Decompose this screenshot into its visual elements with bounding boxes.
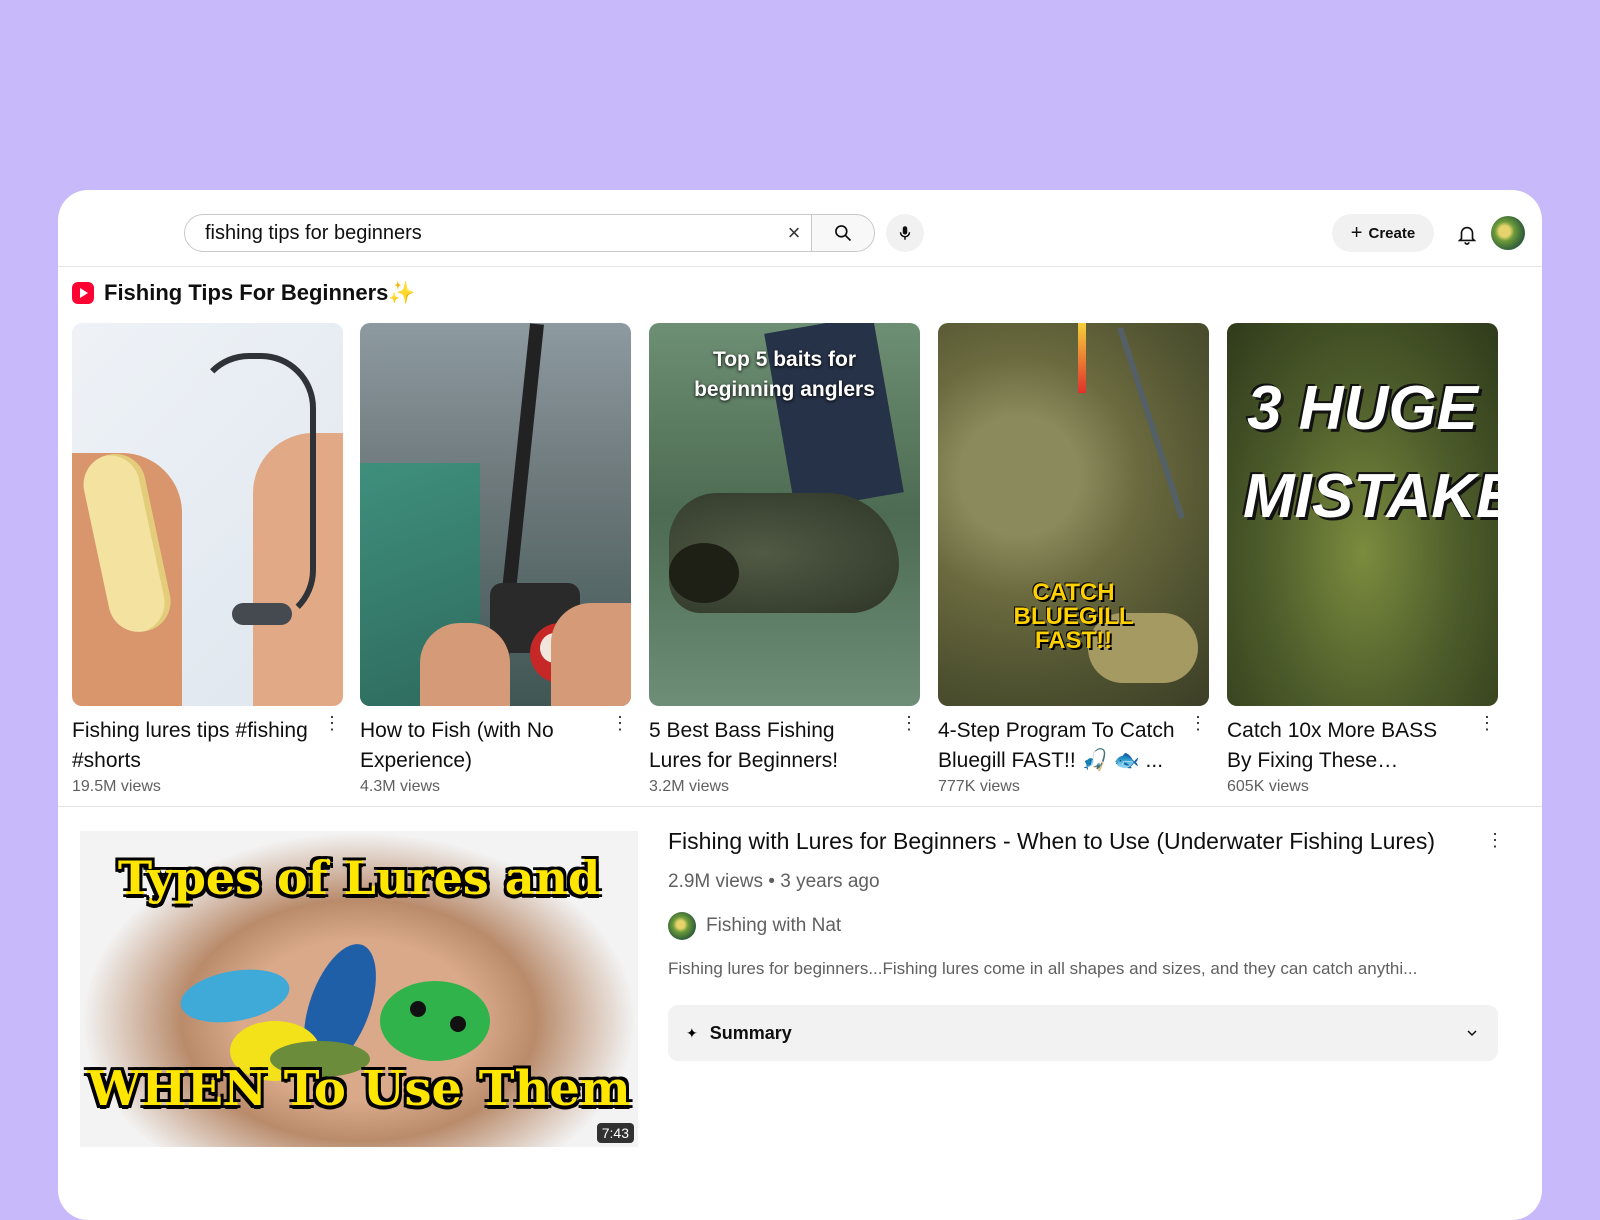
short-title[interactable]: Fishing lures tips #fishing #shorts: [72, 716, 312, 776]
summary-expander[interactable]: ✦ Summary: [668, 1005, 1498, 1061]
more-options-icon[interactable]: ⋮: [1478, 714, 1496, 732]
short-views: 777K views: [938, 778, 1020, 795]
short-thumbnail[interactable]: Top 5 baits for beginning anglers: [649, 323, 920, 706]
microphone-icon: [899, 226, 911, 240]
short-card[interactable]: Top 5 baits for beginning anglers 5 Best…: [649, 323, 920, 796]
channel-name[interactable]: Fishing with Nat: [706, 915, 841, 937]
short-views: 3.2M views: [649, 778, 730, 795]
more-options-icon[interactable]: ⋮: [323, 714, 341, 732]
thumbnail-title-top: Types of Lures and: [117, 851, 601, 905]
summary-label: Summary: [709, 1022, 792, 1043]
thumbnail-caption: CATCH BLUEGILL FAST!!: [1013, 579, 1134, 654]
short-views: 4.3M views: [360, 778, 441, 795]
section-divider: [58, 806, 1542, 807]
plus-icon: +: [1350, 221, 1363, 244]
short-title[interactable]: Catch 10x More BASS By Fixing These Mist…: [1227, 716, 1467, 776]
account-avatar[interactable]: [1491, 216, 1525, 250]
shorts-shelf-header: Fishing Tips For Beginners✨: [72, 278, 416, 308]
short-card[interactable]: How to Fish (with No Experience) 4.3M vi…: [360, 323, 631, 796]
video-title[interactable]: Fishing with Lures for Beginners - When …: [668, 828, 1435, 855]
short-title[interactable]: How to Fish (with No Experience): [360, 716, 600, 776]
short-card[interactable]: CATCH BLUEGILL FAST!! 4-Step Program To …: [938, 323, 1209, 796]
short-card[interactable]: 3 HUGE MISTAKES Catch 10x More BASS By F…: [1227, 323, 1498, 796]
video-description: Fishing lures for beginners...Fishing lu…: [668, 959, 1418, 978]
video-thumbnail[interactable]: Types of Lures and WHEN To Use Them 7:43: [80, 831, 638, 1147]
search-input[interactable]: [203, 220, 774, 246]
notifications-button[interactable]: [1450, 217, 1484, 251]
short-views: 19.5M views: [72, 778, 161, 795]
bell-icon: [1457, 226, 1477, 245]
youtube-window: × + Create Fishin: [58, 190, 1542, 1220]
search-icon: [835, 225, 852, 242]
short-title[interactable]: 5 Best Bass Fishing Lures for Beginners!: [649, 716, 889, 776]
create-label: Create: [1368, 224, 1416, 242]
search-button[interactable]: [811, 214, 875, 252]
duration-badge: 7:43: [596, 1123, 634, 1143]
more-options-icon[interactable]: ⋮: [1486, 831, 1504, 849]
video-meta: 2.9M views • 3 years ago: [668, 871, 880, 892]
short-thumbnail[interactable]: [360, 323, 631, 706]
short-title[interactable]: 4-Step Program To Catch Bluegill FAST!! …: [938, 716, 1178, 776]
channel-link[interactable]: Fishing with Nat: [668, 912, 841, 940]
more-options-icon[interactable]: ⋮: [1189, 714, 1207, 732]
create-button[interactable]: + Create: [1332, 214, 1434, 252]
chevron-down-icon: [1467, 1030, 1477, 1037]
thumbnail-title-bottom: WHEN To Use Them: [87, 1061, 631, 1117]
voice-search-button[interactable]: [886, 214, 924, 252]
short-views: 605K views: [1227, 778, 1309, 795]
clear-search-button[interactable]: ×: [774, 220, 814, 246]
thumbnail-caption: 3 HUGE MISTAKES: [1243, 374, 1498, 531]
more-options-icon[interactable]: ⋮: [611, 714, 629, 732]
channel-avatar[interactable]: [668, 912, 696, 940]
short-card[interactable]: Fishing lures tips #fishing #shorts 19.5…: [72, 323, 343, 796]
top-header: × + Create: [58, 190, 1542, 267]
shorts-logo-icon: [72, 282, 94, 304]
short-thumbnail[interactable]: [72, 323, 343, 706]
search-box[interactable]: ×: [184, 214, 814, 252]
thumbnail-caption: Top 5 baits for beginning anglers: [694, 348, 875, 401]
short-thumbnail[interactable]: 3 HUGE MISTAKES: [1227, 323, 1498, 706]
shelf-title: Fishing Tips For Beginners✨: [104, 280, 416, 305]
more-options-icon[interactable]: ⋮: [900, 714, 918, 732]
short-thumbnail[interactable]: CATCH BLUEGILL FAST!!: [938, 323, 1209, 706]
sparkle-icon: ✦: [686, 1024, 698, 1041]
